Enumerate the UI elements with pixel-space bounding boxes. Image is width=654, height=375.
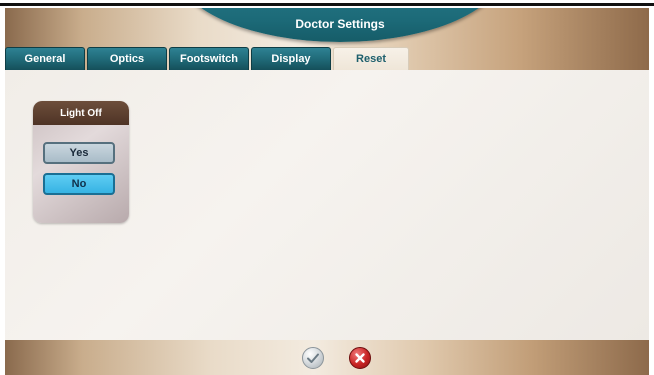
page-title: Doctor Settings	[295, 17, 385, 31]
footer-bar	[5, 340, 649, 375]
tab-optics[interactable]: Optics	[87, 47, 167, 70]
light-off-title: Light Off	[33, 101, 129, 125]
top-rule	[0, 3, 654, 6]
close-icon	[355, 353, 365, 363]
tab-general[interactable]: General	[5, 47, 85, 70]
checkmark-icon	[307, 353, 319, 363]
tab-footswitch[interactable]: Footswitch	[169, 47, 249, 70]
tab-reset[interactable]: Reset	[333, 47, 409, 70]
settings-panel: Light Off Yes No	[5, 70, 649, 340]
yes-button[interactable]: Yes	[43, 142, 115, 164]
light-off-card: Light Off Yes No	[33, 101, 129, 223]
confirm-button[interactable]	[302, 347, 324, 369]
cancel-button[interactable]	[349, 347, 371, 369]
no-button[interactable]: No	[43, 173, 115, 195]
tab-display[interactable]: Display	[251, 47, 331, 70]
